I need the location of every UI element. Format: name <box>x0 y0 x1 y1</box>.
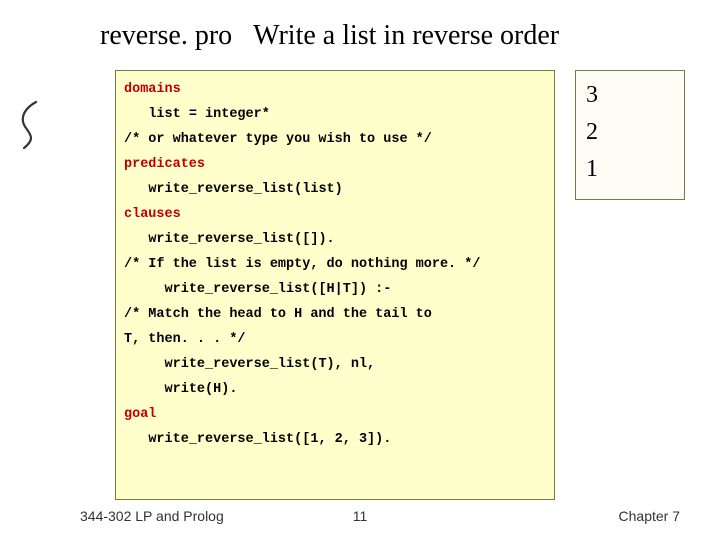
code-line: write_reverse_list(list) <box>148 182 342 197</box>
code-line: /* Match the head to H and the tail to <box>124 307 432 322</box>
title-heading: Write a list in reverse order <box>253 20 559 51</box>
keyword-clauses: clauses <box>124 207 181 222</box>
slide-title: reverse. pro Write a list in reverse ord… <box>100 20 700 52</box>
code-line: write_reverse_list(T), nl, <box>165 357 376 372</box>
code-line: write_reverse_list([H|T]) :- <box>165 282 392 297</box>
slide-footer: 344-302 LP and Prolog 11 Chapter 7 <box>0 508 720 528</box>
footer-chapter: Chapter 7 <box>619 508 680 524</box>
footer-page-number: 11 <box>0 508 720 524</box>
output-line: 2 <box>586 114 674 151</box>
output-box: 3 2 1 <box>575 70 685 200</box>
keyword-goal: goal <box>124 407 156 422</box>
decorative-stroke <box>16 100 40 150</box>
code-line: write(H). <box>165 382 238 397</box>
output-line: 1 <box>586 151 674 188</box>
keyword-predicates: predicates <box>124 157 205 172</box>
code-line: write_reverse_list([]). <box>148 232 334 247</box>
code-line: /* If the list is empty, do nothing more… <box>124 257 480 272</box>
code-line: /* or whatever type you wish to use */ <box>124 132 432 147</box>
output-line: 3 <box>586 77 674 114</box>
keyword-domains: domains <box>124 82 181 97</box>
code-line: write_reverse_list([1, 2, 3]). <box>148 432 391 447</box>
code-line: T, then. . . */ <box>124 332 246 347</box>
code-block: domains list = integer* /* or whatever t… <box>115 70 555 500</box>
code-line: list = integer* <box>148 107 270 122</box>
title-filename: reverse. pro <box>100 20 232 51</box>
